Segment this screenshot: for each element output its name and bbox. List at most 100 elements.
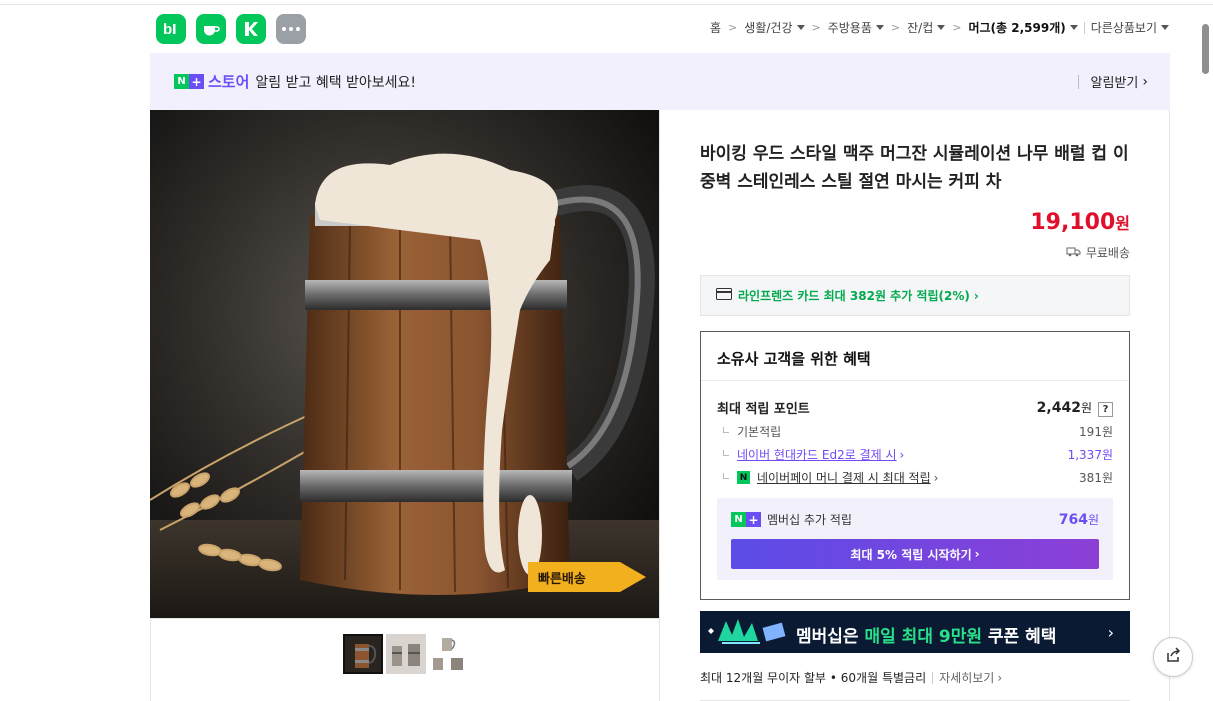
- divider: [701, 380, 1129, 381]
- blog-icon[interactable]: b: [156, 14, 186, 44]
- card-promo-link[interactable]: 라인프렌즈 카드 최대 382원 추가 적립(2%) ›: [700, 275, 1130, 316]
- membership-number: 764: [1058, 512, 1088, 528]
- promo-highlight: 매일 최대 9만원: [864, 627, 982, 647]
- membership-unit: 원: [1087, 513, 1099, 527]
- chevron-right-icon: ›: [899, 447, 905, 462]
- caret-down-icon[interactable]: [1161, 25, 1169, 30]
- benefit-row: 기본적립 191원: [717, 423, 1113, 440]
- divider: [932, 671, 934, 684]
- plus-badge: +: [189, 74, 204, 89]
- tree-branch-icon: [723, 449, 729, 456]
- shipping-label: 무료배송: [1085, 246, 1130, 260]
- start-membership-button[interactable]: 최대 5% 적립 시작하기 ›: [731, 539, 1099, 569]
- breadcrumb-count: 2,599: [1011, 21, 1050, 35]
- share-button[interactable]: [1153, 637, 1193, 677]
- chevron-right-icon: ›: [1142, 73, 1148, 90]
- chevron-right-icon: ›: [974, 547, 980, 561]
- caret-down-icon[interactable]: [796, 25, 805, 30]
- thumbnail-list: [343, 634, 469, 674]
- product-title: 바이킹 우드 스타일 맥주 머그잔 시뮬레이션 나무 배럴 컵 이중벽 스테인레…: [700, 144, 1129, 192]
- membership-row: N + 멤버십 추가 적립 764원: [731, 511, 1099, 528]
- breadcrumb-item[interactable]: 잔/컵: [907, 19, 933, 36]
- thumbnail-2[interactable]: [386, 634, 426, 674]
- membership-label: 멤버십 추가 적립: [767, 513, 852, 527]
- max-points-row: 최대 적립 포인트 2,442원?: [717, 398, 1113, 417]
- shipping-info: 무료배송: [1066, 244, 1130, 261]
- subscribe-alert-button[interactable]: 알림받기 ›: [1077, 72, 1148, 91]
- price-unit: 원: [1115, 214, 1130, 233]
- naver-plus-icon: N +: [731, 512, 761, 527]
- start-membership-label: 최대 5% 적립 시작하기: [850, 547, 972, 562]
- max-points-value: 2,442원?: [1037, 399, 1113, 417]
- caret-down-icon[interactable]: [937, 25, 946, 30]
- thumbnail-3[interactable]: [429, 634, 469, 674]
- promo-suffix: 쿠폰 혜택: [987, 627, 1057, 647]
- chevron-right-icon: >: [952, 21, 962, 34]
- store-name: 스토어: [208, 73, 250, 91]
- chevron-right-icon: ›: [997, 670, 1003, 685]
- chevron-right-icon: >: [890, 21, 901, 34]
- n-badge: N: [731, 512, 746, 527]
- breadcrumb: 홈 > 생활/건강 > 주방용품 > 잔/컵 > 머그(총 2,599개) 다른…: [710, 19, 1169, 36]
- benefit-row-value: 1,337원: [1067, 448, 1113, 462]
- fast-delivery-stamp: 빠른배송: [538, 571, 586, 587]
- chevron-right-icon: ›: [973, 288, 979, 303]
- coupon-graphic-icon: [700, 611, 790, 653]
- tree-branch-icon: [723, 426, 729, 433]
- naverpay-icon: N: [737, 471, 750, 484]
- chevron-right-icon: ›: [933, 470, 939, 485]
- installment-text: 최대 12개월 무이자 할부 • 60개월 특별금리: [700, 671, 927, 685]
- scrollbar-thumb[interactable]: [1202, 24, 1209, 74]
- breadcrumb-item[interactable]: 주방용품: [828, 19, 872, 36]
- svg-text:b: b: [163, 21, 172, 38]
- breadcrumb-home[interactable]: 홈: [710, 19, 721, 36]
- thumbnail-1[interactable]: [343, 634, 383, 674]
- divider: [150, 618, 659, 619]
- caret-down-icon[interactable]: [1069, 25, 1078, 30]
- credit-card-icon: [716, 288, 732, 303]
- membership-promo-banner[interactable]: 멤버십은 매일 최대 9만원 쿠폰 혜택 ›: [700, 611, 1130, 653]
- product-price: 19,100원: [1030, 210, 1130, 235]
- max-points-unit: 원: [1080, 400, 1092, 415]
- n-badge: N: [174, 74, 189, 89]
- divider: [1077, 74, 1079, 89]
- price-value: 19,100: [1030, 210, 1116, 235]
- other-products-link[interactable]: 다른상품보기: [1091, 19, 1157, 36]
- breadcrumb-item[interactable]: 생활/건강: [744, 19, 792, 36]
- benefit-row: 네이버 현대카드 Ed2로 결제 시 › 1,337원: [717, 446, 1113, 463]
- store-notification-banner: N + 스토어 알림 받고 혜택 받아보세요! 알림받기 ›: [150, 53, 1170, 110]
- banner-message: 알림 받고 혜택 받아보세요!: [255, 74, 417, 91]
- max-points-label: 최대 적립 포인트: [717, 402, 810, 417]
- benefit-row-value: 381원: [1079, 471, 1113, 485]
- cafe-icon[interactable]: [196, 14, 226, 44]
- subscribe-alert-label: 알림받기: [1090, 76, 1139, 91]
- benefit-row-value: 191원: [1079, 425, 1113, 439]
- installment-info: 최대 12개월 무이자 할부 • 60개월 특별금리 자세히보기 ›: [700, 669, 1002, 686]
- more-icon[interactable]: [276, 14, 306, 44]
- benefit-row: N 네이버페이 머니 결제 시 최대 적립 › 381원: [717, 469, 1113, 486]
- breadcrumb-current-label: 머그(총: [968, 21, 1008, 35]
- benefit-row-label: 기본적립: [737, 425, 782, 439]
- share-icon: [1164, 646, 1182, 668]
- benefit-box: 소유사 고객을 위한 혜택 최대 적립 포인트 2,442원? 기본적립 191…: [700, 331, 1130, 600]
- chevron-right-icon: >: [811, 21, 821, 34]
- product-main-image[interactable]: 빠른배송: [150, 110, 659, 618]
- naver-icon[interactable]: [236, 14, 266, 44]
- installment-more-link[interactable]: 자세히보기: [939, 669, 994, 686]
- truck-icon: [1066, 246, 1081, 260]
- help-icon[interactable]: ?: [1098, 401, 1113, 417]
- card-promo-text: 라인프렌즈 카드 최대 382원 추가 적립(2%): [738, 289, 970, 303]
- naverpay-money-link[interactable]: 네이버페이 머니 결제 시 최대 적립: [757, 469, 931, 486]
- caret-down-icon[interactable]: [875, 25, 884, 30]
- top-divider: [0, 4, 1213, 5]
- hyundai-card-link[interactable]: 네이버 현대카드 Ed2로 결제 시: [737, 446, 897, 463]
- membership-promo-text: 멤버십은 매일 최대 9만원 쿠폰 혜택: [796, 622, 1056, 647]
- membership-value: 764원: [1059, 511, 1099, 528]
- membership-box: N + 멤버십 추가 적립 764원 최대 5% 적립 시작하기 ›: [717, 498, 1113, 580]
- benefit-title: 소유사 고객을 위한 혜택: [717, 350, 871, 368]
- breadcrumb-current[interactable]: 머그(총 2,599개): [968, 19, 1065, 36]
- divider: [1083, 21, 1085, 34]
- breadcrumb-count-suffix: 개): [1049, 21, 1066, 35]
- chevron-right-icon: ›: [1107, 623, 1114, 642]
- promo-prefix: 멤버십은: [796, 627, 859, 647]
